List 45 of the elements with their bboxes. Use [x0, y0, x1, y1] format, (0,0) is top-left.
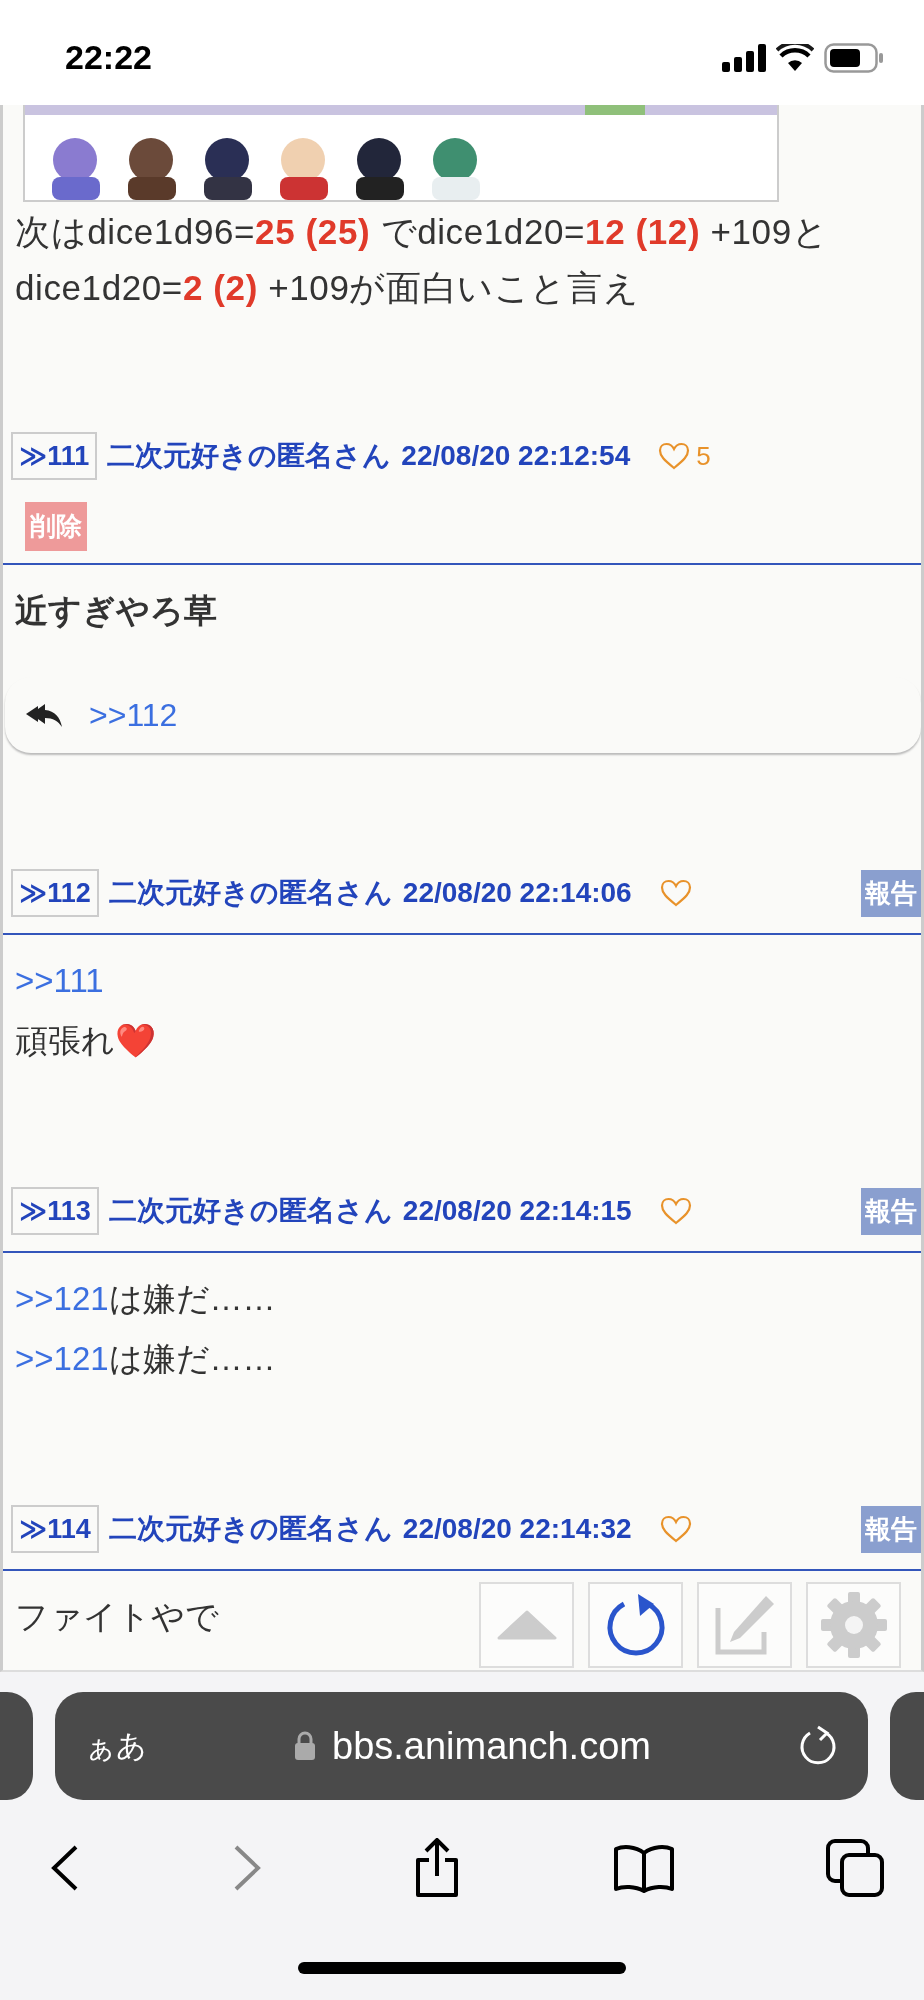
bookmarks-icon[interactable] — [612, 1843, 675, 1893]
wifi-icon — [776, 43, 814, 72]
post-text: は嫌だ…… — [108, 1340, 276, 1377]
back-icon[interactable] — [50, 1845, 80, 1891]
post-number-link[interactable]: ≫112 — [11, 869, 99, 917]
reply-link[interactable]: >>111 — [15, 962, 104, 999]
post-text: は嫌だ…… — [108, 1280, 276, 1317]
share-icon[interactable] — [413, 1838, 461, 1898]
report-button[interactable]: 報告 — [861, 869, 921, 917]
reply-link[interactable]: >>112 — [89, 696, 178, 734]
signal-icon — [722, 43, 766, 72]
post-number-link[interactable]: ≫113 — [11, 1187, 99, 1235]
dice-text: 次はdice1d96=25 (25) でdice1d20=12 (12) +109とdice1d20=2 (2) +109が面白いこと言え — [14, 211, 830, 309]
author-name: 二次元好きの匿名さん — [108, 876, 393, 910]
report-button[interactable]: 報告 — [861, 1187, 921, 1235]
author-name: 二次元好きの匿名さん — [108, 1512, 393, 1546]
tab-preview[interactable] — [0, 1692, 33, 1800]
url-text: bbs.animanch.com — [332, 1724, 651, 1768]
tabs-icon[interactable] — [826, 1839, 884, 1897]
reply-link[interactable]: >>121 — [15, 1340, 109, 1377]
gear-icon — [818, 1590, 889, 1660]
reply-all-icon — [25, 702, 63, 728]
post-text: 頑張れ❤ — [15, 1022, 156, 1059]
battery-icon — [824, 42, 884, 73]
refresh-button[interactable] — [588, 1582, 683, 1668]
author-name: 二次元好きの匿名さん — [107, 439, 392, 473]
author-name: 二次元好きの匿名さん — [108, 1194, 393, 1228]
post-date: 22/08/20 22:14:06 — [402, 877, 632, 909]
post-text: 近すぎやろ草 — [15, 592, 217, 629]
post-number-link[interactable]: ≫114 — [11, 1505, 99, 1553]
post-date: 22/08/20 22:12:54 — [401, 440, 631, 472]
clock: 22:22 — [65, 37, 152, 77]
post-text: ファイトやで — [15, 1598, 219, 1635]
post-date: 22/08/20 22:14:15 — [402, 1195, 632, 1227]
post-number-link[interactable]: ≫111 — [11, 432, 98, 480]
reload-icon[interactable] — [798, 1725, 838, 1767]
report-button[interactable]: 報告 — [861, 1505, 921, 1553]
reply-link[interactable]: >>121 — [15, 1280, 109, 1317]
triangle-up-icon — [496, 1610, 557, 1640]
text-size-button[interactable]: ぁあ — [85, 1725, 147, 1767]
lock-icon — [294, 1731, 317, 1761]
tab-preview[interactable] — [890, 1692, 924, 1800]
address-bar[interactable]: ぁあ bbs.animanch.com — [55, 1692, 868, 1800]
like-count: 5 — [696, 440, 711, 472]
post-date: 22/08/20 22:14:32 — [402, 1513, 632, 1545]
